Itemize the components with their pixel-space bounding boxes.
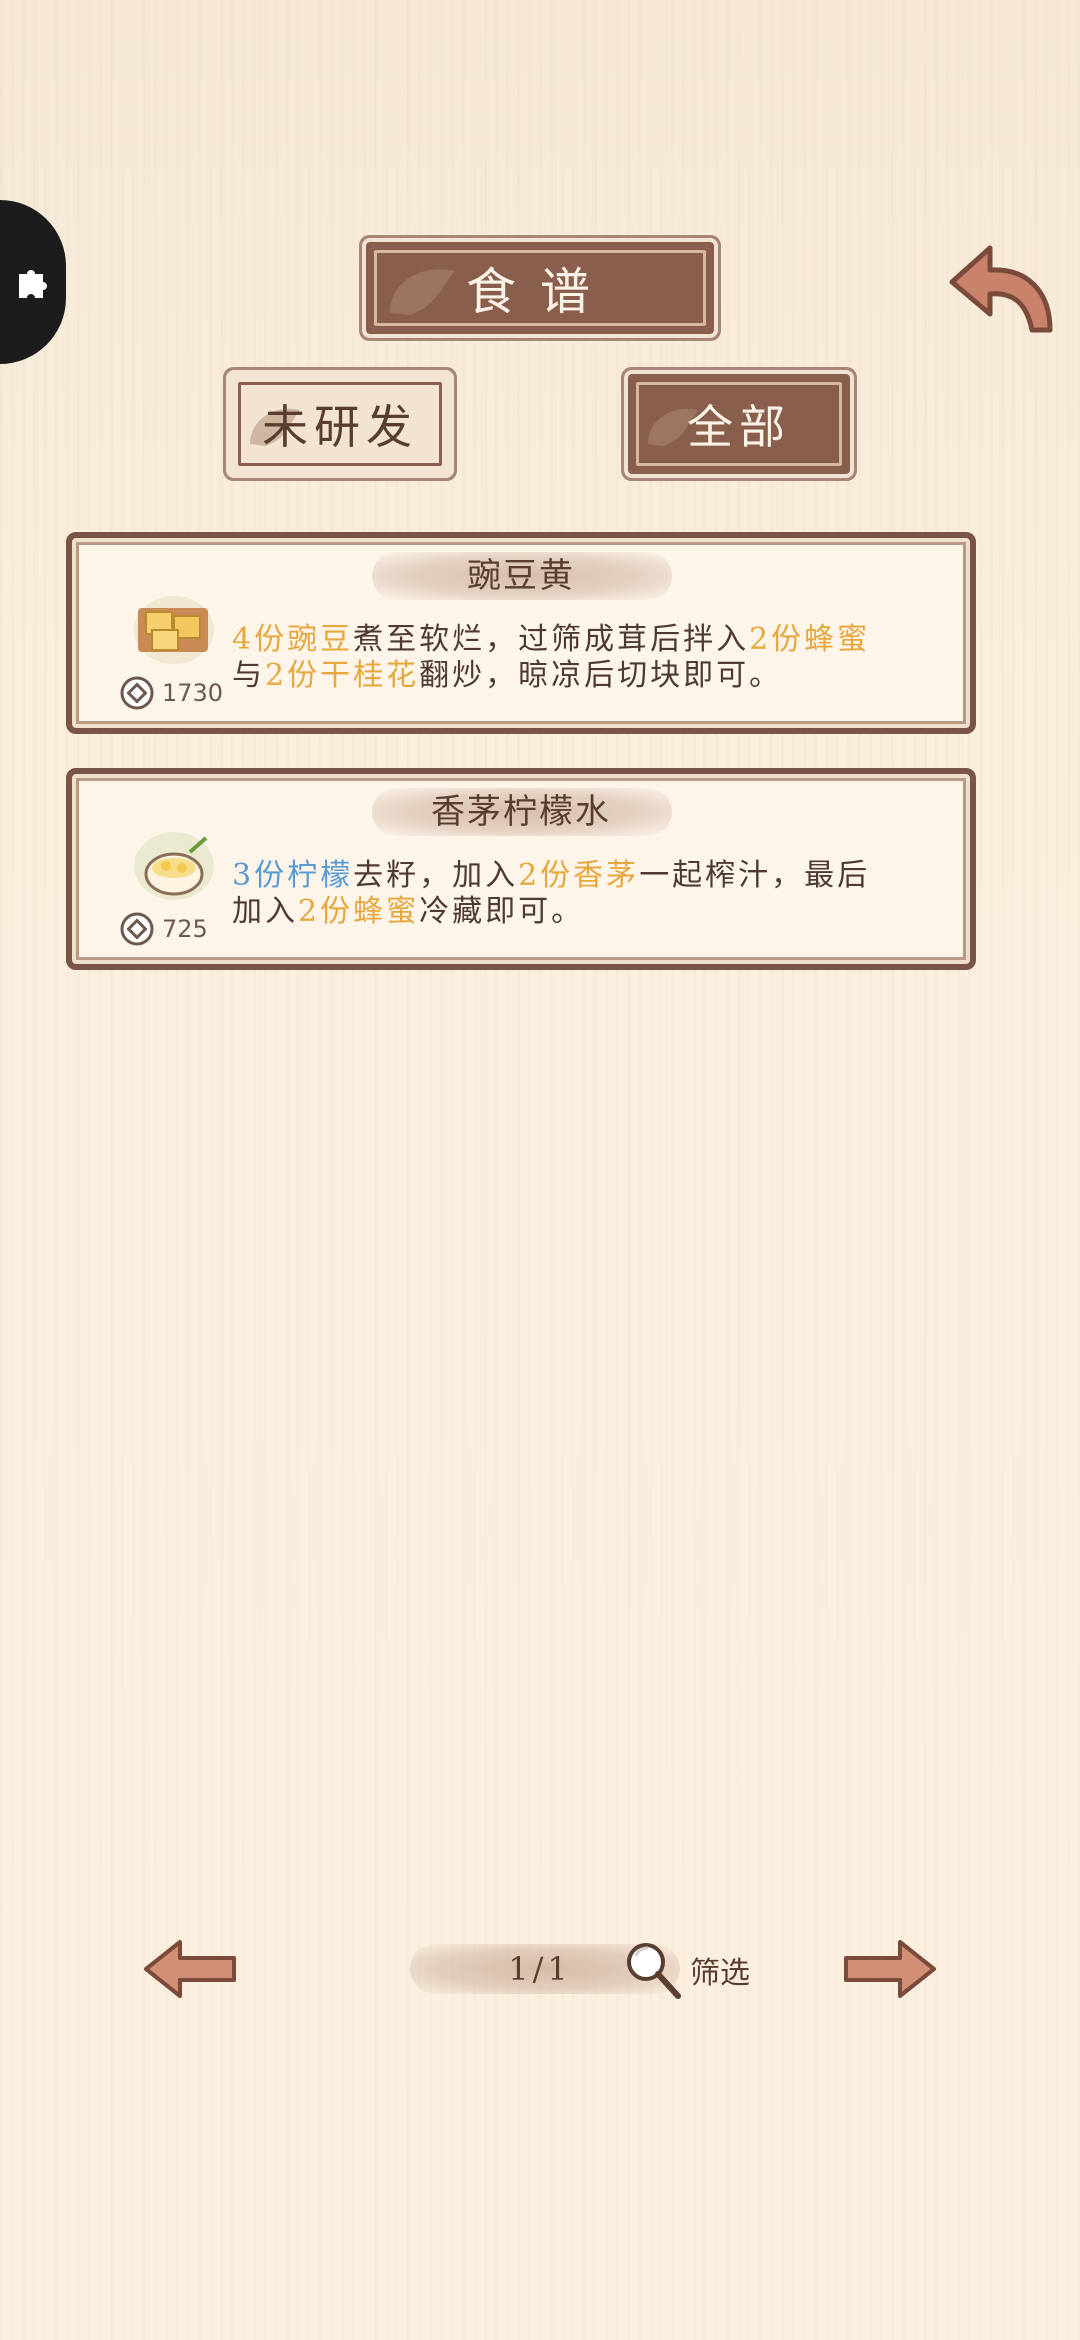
step-text: 加入 <box>232 894 298 929</box>
page-title: 食谱 <box>366 242 714 334</box>
coin-icon <box>120 912 154 946</box>
side-puzzle-tab[interactable] <box>0 200 66 364</box>
recipe-description: 3份柠檬去籽，加入2份香茅一起榨汁，最后 加入2份蜂蜜冷藏即可。 <box>232 858 940 930</box>
tab-all[interactable]: 全部 <box>628 374 850 474</box>
step-text: 与 <box>232 658 265 693</box>
lemon-drink-icon <box>134 832 214 900</box>
step-text: 煮至软烂，过筛成茸后拌入 <box>353 622 750 657</box>
next-page-arrow-icon[interactable] <box>842 1936 938 2002</box>
coin-icon <box>120 676 154 710</box>
puzzle-icon <box>19 270 47 298</box>
page-indicator: 1/1 <box>508 1950 572 1988</box>
step-text: 冷藏即可。 <box>419 894 585 929</box>
filter-label: 筛选 <box>690 1956 750 1991</box>
step-text: 去籽，加入 <box>353 858 519 893</box>
recipe-price: 725 <box>120 912 208 946</box>
desc-line-1: 4份豌豆煮至软烂，过筛成茸后拌入2份蜂蜜 <box>232 622 940 658</box>
recipe-description: 4份豌豆煮至软烂，过筛成茸后拌入2份蜂蜜 与2份干桂花翻炒，晾凉后切块即可。 <box>232 622 940 694</box>
filter-button[interactable]: 筛选 <box>622 1938 750 2002</box>
price-value: 725 <box>162 915 208 943</box>
ginkgo-leaf-icon <box>390 269 455 315</box>
ingredient-text: 4份豌豆 <box>232 622 354 657</box>
prev-page-arrow-icon[interactable] <box>142 1936 238 2002</box>
back-arrow-icon[interactable] <box>946 240 1058 340</box>
step-text: 一起榨汁，最后 <box>639 858 871 893</box>
magnifier-icon <box>627 1943 681 1999</box>
recipe-card[interactable]: 豌豆黄 1730 4份豌豆煮至软烂，过筛成茸后拌入2份蜂蜜 与2份干桂花翻炒，晾… <box>66 532 976 734</box>
tab-label: 未研发 <box>262 400 418 454</box>
price-value: 1730 <box>162 679 224 707</box>
recipe-price: 1730 <box>120 676 223 710</box>
desc-line-2: 加入2份蜂蜜冷藏即可。 <box>232 894 940 930</box>
ingredient-text: 2份蜂蜜 <box>749 622 871 657</box>
desc-line-2: 与2份干桂花翻炒，晾凉后切块即可。 <box>232 658 940 694</box>
ingredient-text: 2份蜂蜜 <box>298 894 420 929</box>
pea-cake-icon <box>134 596 214 664</box>
ingredient-text: 2份干桂花 <box>265 658 420 693</box>
desc-line-1: 3份柠檬去籽，加入2份香茅一起榨汁，最后 <box>232 858 940 894</box>
recipe-card[interactable]: 香茅柠檬水 725 3份柠檬去籽，加入2份香茅一起榨汁，最后 加入2份蜂蜜冷藏即… <box>66 768 976 970</box>
step-text: 翻炒，晾凉后切块即可。 <box>419 658 783 693</box>
tab-label: 全部 <box>687 400 791 454</box>
ingredient-text: 3份柠檬 <box>232 858 354 893</box>
ingredient-text: 2份香茅 <box>518 858 640 893</box>
tab-undeveloped[interactable]: 未研发 <box>230 374 450 474</box>
